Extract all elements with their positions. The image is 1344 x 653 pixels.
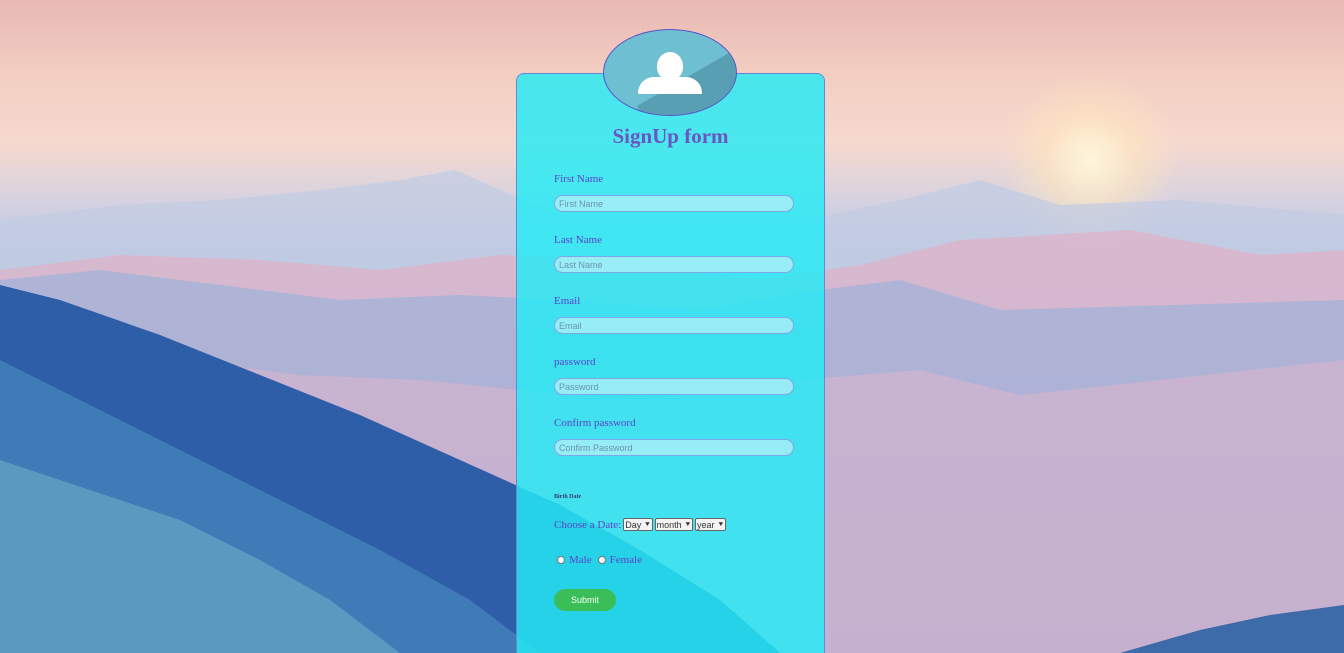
chevron-down-icon: ⯆ bbox=[644, 519, 651, 529]
female-label: Female bbox=[609, 554, 642, 566]
date-row: Choose a Date: Day ⯆ month ⯆ year ⯆ bbox=[554, 518, 726, 531]
avatar-body bbox=[638, 77, 702, 94]
password-label: password bbox=[554, 356, 596, 368]
first-name-label: First Name bbox=[554, 173, 604, 185]
last-name-label: Last Name bbox=[554, 234, 602, 246]
female-radio[interactable] bbox=[597, 556, 606, 564]
chevron-down-icon: ⯆ bbox=[717, 519, 724, 529]
form-title: SignUp form bbox=[612, 124, 729, 148]
avatar-head bbox=[657, 52, 683, 80]
first-name-input[interactable] bbox=[554, 195, 794, 212]
year-select-value: year bbox=[697, 519, 715, 530]
male-label: Male bbox=[569, 554, 592, 566]
last-name-input[interactable] bbox=[554, 256, 794, 273]
confirm-password-input[interactable] bbox=[554, 439, 794, 456]
confirm-password-label: Confirm password bbox=[554, 417, 636, 429]
password-input[interactable] bbox=[554, 378, 794, 395]
email-input[interactable] bbox=[554, 317, 794, 334]
email-label: Email bbox=[554, 295, 581, 307]
day-select-value: Day bbox=[625, 519, 642, 530]
male-radio[interactable] bbox=[557, 556, 565, 564]
gender-row: Male Female bbox=[557, 554, 642, 566]
month-select[interactable]: month ⯆ bbox=[654, 518, 694, 531]
month-select-value: month bbox=[656, 519, 682, 530]
chevron-down-icon: ⯆ bbox=[684, 519, 692, 529]
year-select[interactable]: year ⯆ bbox=[695, 518, 726, 531]
submit-button[interactable]: Submit bbox=[554, 589, 616, 611]
user-icon bbox=[603, 29, 737, 116]
day-select[interactable]: Day ⯆ bbox=[623, 518, 653, 531]
sun-glow bbox=[1000, 70, 1180, 250]
birth-date-label: Birth Date bbox=[554, 494, 582, 500]
choose-date-label: Choose a Date: bbox=[554, 518, 622, 531]
